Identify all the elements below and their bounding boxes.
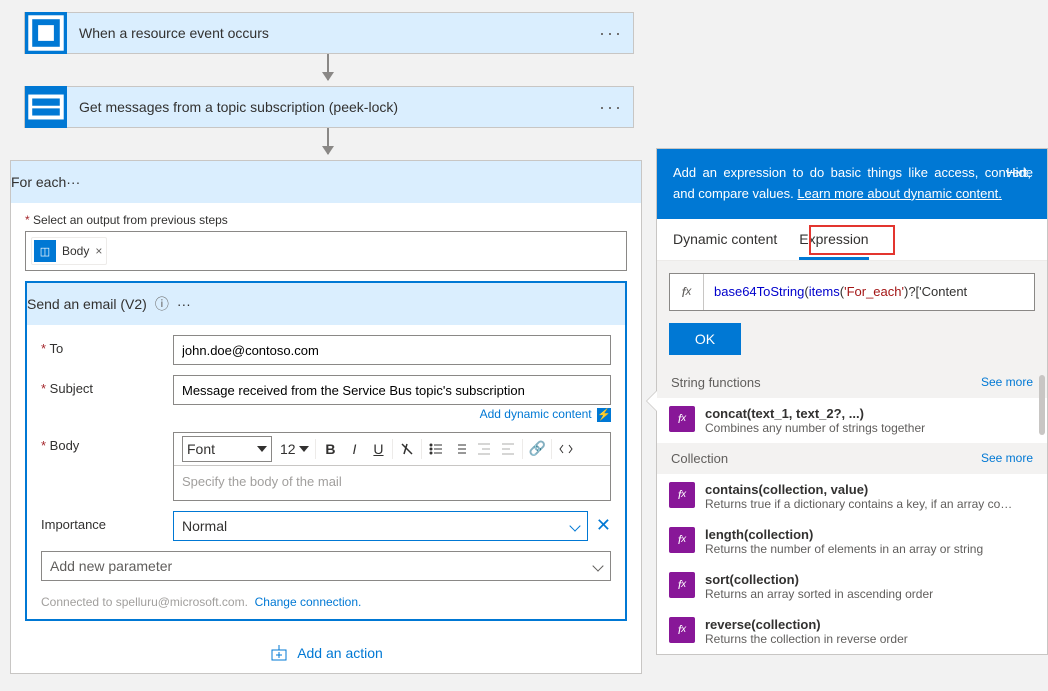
add-action-icon xyxy=(269,643,289,663)
trigger-step[interactable]: When a resource event occurs ··· xyxy=(24,12,634,54)
body-token[interactable]: ◫ Body × xyxy=(31,237,107,265)
servicebus-menu[interactable]: ··· xyxy=(589,97,633,118)
category-string: String functions See more xyxy=(657,367,1047,398)
font-size-select[interactable]: 12 xyxy=(276,435,313,463)
ok-button[interactable]: OK xyxy=(669,323,741,355)
change-connection-link[interactable]: Change connection. xyxy=(255,595,362,609)
info-icon[interactable]: ⓘ xyxy=(147,294,177,314)
indent-button[interactable] xyxy=(496,437,520,461)
number-list-button[interactable] xyxy=(448,437,472,461)
select-output-label: * Select an output from previous steps xyxy=(25,213,627,227)
email-menu[interactable]: ··· xyxy=(177,296,191,312)
expression-input-wrapper: fx base64ToString(items('For_each')?['Co… xyxy=(669,273,1035,311)
fx-icon: fx xyxy=(669,617,695,643)
flow-arrow xyxy=(327,54,329,80)
subject-label: * Subject xyxy=(41,375,173,396)
see-more-string[interactable]: See more xyxy=(981,375,1033,390)
fn-contains[interactable]: fx contains(collection, value)Returns tr… xyxy=(657,474,1047,519)
service-bus-icon: ◫ xyxy=(34,240,56,262)
remove-token-icon[interactable]: × xyxy=(95,244,102,258)
tab-dynamic-content[interactable]: Dynamic content xyxy=(673,231,777,260)
dynamic-content-icon[interactable]: ⚡ xyxy=(597,408,611,422)
to-label: * To xyxy=(41,335,173,356)
foreach-title: For each xyxy=(11,174,66,190)
fx-icon: fx xyxy=(669,572,695,598)
add-parameter-select[interactable]: Add new parameter xyxy=(41,551,611,581)
link-button[interactable]: 🔗 xyxy=(525,437,549,461)
to-input[interactable] xyxy=(173,335,611,365)
trigger-title: When a resource event occurs xyxy=(67,25,589,41)
scrollbar-thumb[interactable] xyxy=(1039,375,1045,435)
font-select[interactable]: Font xyxy=(182,436,272,462)
fn-concat[interactable]: fx concat(text_1, text_2?, ...)Combines … xyxy=(657,398,1047,443)
clear-format-button[interactable] xyxy=(395,437,419,461)
highlight-box xyxy=(809,225,895,255)
panel-beak xyxy=(647,391,657,411)
importance-select[interactable]: Normal xyxy=(173,511,588,541)
expression-input[interactable]: base64ToString(items('For_each')?['Conte… xyxy=(704,284,1034,300)
servicebus-title: Get messages from a topic subscription (… xyxy=(67,99,589,115)
fx-icon: fx xyxy=(669,406,695,432)
email-title: Send an email (V2) xyxy=(27,296,147,312)
bullet-list-button[interactable] xyxy=(424,437,448,461)
rte-toolbar: Font 12 B I U xyxy=(174,433,610,466)
italic-button[interactable]: I xyxy=(342,437,366,461)
foreach-header[interactable]: For each ··· xyxy=(11,161,641,203)
foreach-menu[interactable]: ··· xyxy=(66,174,80,190)
learn-more-link[interactable]: Learn more about dynamic content. xyxy=(797,186,1002,201)
token-label: Body xyxy=(62,244,89,258)
body-editor: Font 12 B I U xyxy=(173,432,611,501)
expression-panel: Add an expression to do basic things lik… xyxy=(656,148,1048,655)
outdent-button[interactable] xyxy=(472,437,496,461)
add-action-button[interactable]: Add an action xyxy=(25,643,627,663)
send-email-action: Send an email (V2) ⓘ ··· * To * Subject … xyxy=(25,281,627,621)
fn-length[interactable]: fx length(collection)Returns the number … xyxy=(657,519,1047,564)
fn-sort[interactable]: fx sort(collection)Returns an array sort… xyxy=(657,564,1047,609)
body-textarea[interactable]: Specify the body of the mail xyxy=(174,466,610,500)
connection-info: Connected to spelluru@microsoft.com. Cha… xyxy=(41,595,611,609)
category-collection: Collection See more xyxy=(657,443,1047,474)
foreach-scope: For each ··· * Select an output from pre… xyxy=(10,160,642,674)
subject-input[interactable] xyxy=(173,375,611,405)
importance-label: Importance xyxy=(41,511,173,532)
event-grid-icon xyxy=(25,12,67,54)
bold-button[interactable]: B xyxy=(318,437,342,461)
email-header[interactable]: Send an email (V2) ⓘ ··· xyxy=(27,283,625,325)
code-view-button[interactable] xyxy=(554,437,578,461)
fn-reverse[interactable]: fx reverse(collection)Returns the collec… xyxy=(657,609,1047,654)
trigger-menu[interactable]: ··· xyxy=(589,23,633,44)
fx-icon: fx xyxy=(669,527,695,553)
service-bus-icon xyxy=(25,86,67,128)
servicebus-step[interactable]: Get messages from a topic subscription (… xyxy=(24,86,634,128)
foreach-input[interactable]: ◫ Body × xyxy=(25,231,627,271)
see-more-collection[interactable]: See more xyxy=(981,451,1033,466)
underline-button[interactable]: U xyxy=(366,437,390,461)
hide-panel-button[interactable]: Hide xyxy=(1006,163,1033,184)
add-dynamic-content-link[interactable]: Add dynamic content xyxy=(480,407,592,421)
fx-icon: fx xyxy=(670,274,704,310)
fx-icon: fx xyxy=(669,482,695,508)
clear-importance-button[interactable]: ✕ xyxy=(596,515,611,536)
flow-arrow xyxy=(327,128,329,154)
body-label: * Body xyxy=(41,432,173,453)
panel-intro: Add an expression to do basic things lik… xyxy=(657,149,1047,219)
